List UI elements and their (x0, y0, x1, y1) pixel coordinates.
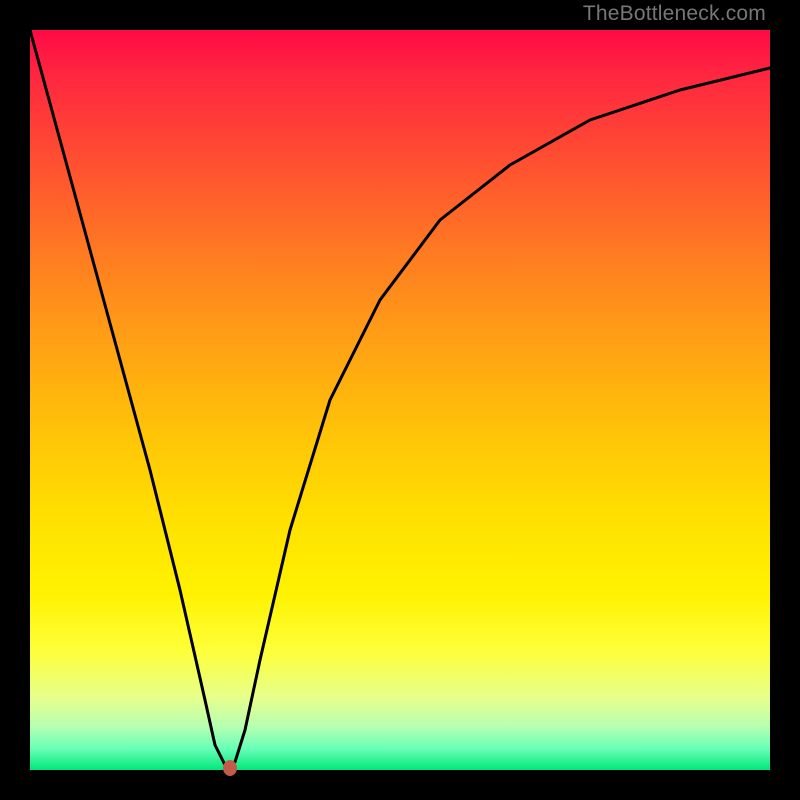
bottleneck-curve (30, 30, 770, 765)
chart-frame: TheBottleneck.com (0, 0, 800, 800)
min-point-marker (223, 760, 237, 776)
plot-area (30, 30, 770, 770)
watermark-text: TheBottleneck.com (583, 2, 766, 26)
curve-svg (30, 30, 770, 770)
